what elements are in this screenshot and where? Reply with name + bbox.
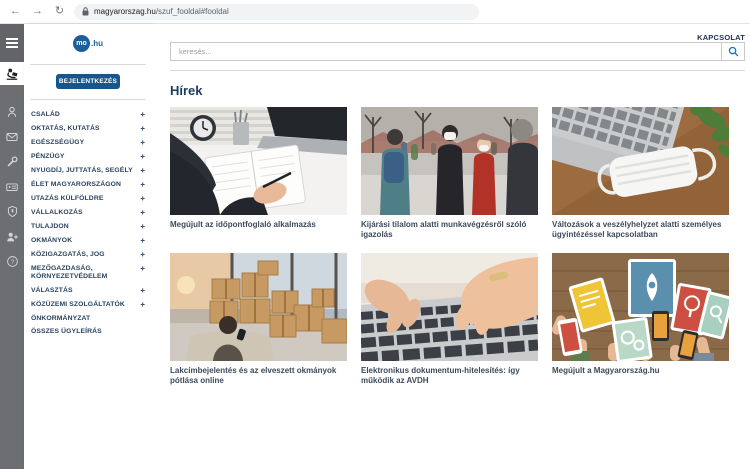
divider xyxy=(30,64,146,65)
news-image-winter-street xyxy=(361,107,538,215)
rail-item-security[interactable] xyxy=(0,199,24,224)
plus-icon: + xyxy=(140,301,145,309)
sidebar-item-mezogazdasag[interactable]: MEZŐGAZDASÁG, KÖRNYEZETVÉDELEM+ xyxy=(31,262,145,284)
plus-icon: + xyxy=(140,181,145,189)
rail-item-service-desk[interactable] xyxy=(0,62,24,85)
wrench-icon xyxy=(5,155,19,169)
search-input[interactable] xyxy=(170,42,721,61)
back-icon[interactable]: ← xyxy=(8,4,23,19)
logo-suffix: .hu xyxy=(91,39,103,48)
mail-icon xyxy=(5,130,19,144)
plus-icon: + xyxy=(140,111,145,119)
svg-text:?: ? xyxy=(10,259,14,266)
news-card-avdh[interactable]: Elektronikus dokumentum-hitelesítés: így… xyxy=(361,253,538,387)
browser-toolbar: ← → ↻ magyarorszag.hu/szuf_fooldal#foold… xyxy=(0,0,750,24)
rail-item-add-user[interactable] xyxy=(0,224,24,249)
news-caption: Lakcímbejelentés és az elveszett okmányo… xyxy=(170,366,342,387)
sidebar-item-egeszsegugy[interactable]: EGÉSZSÉGÜGY+ xyxy=(31,136,145,150)
login-button[interactable]: BEJELENTKEZÉS xyxy=(56,74,120,89)
news-image-typing-hands xyxy=(361,253,538,361)
news-caption: Megújult az időpontfoglaló alkalmazás xyxy=(170,220,342,230)
news-card-lakcimbejelentes[interactable]: Lakcímbejelentés és az elveszett okmányo… xyxy=(170,253,347,387)
sidebar-item-valasztas[interactable]: VÁLASZTÁS+ xyxy=(31,284,145,298)
plus-icon: + xyxy=(140,153,145,161)
rail-item-messages[interactable] xyxy=(0,124,24,149)
news-image-moving-boxes xyxy=(170,253,347,361)
news-card-megujult-mohu[interactable]: Megújult a Magyarország.hu xyxy=(552,253,729,387)
divider xyxy=(30,99,146,100)
news-section-title: Hírek xyxy=(170,83,745,98)
service-desk-icon xyxy=(5,67,19,81)
sidebar-item-nyugdij[interactable]: NYUGDÍJ, JUTTATÁS, SEGÉLY+ xyxy=(31,164,145,178)
help-icon: ? xyxy=(6,255,19,268)
sidebar-item-kozuzemi[interactable]: KÖZÜZEMI SZOLGÁLTATÓK+ xyxy=(31,298,145,312)
plus-icon: + xyxy=(140,223,145,231)
news-image-planner xyxy=(170,107,347,215)
rail-item-documents[interactable] xyxy=(0,174,24,199)
search-icon xyxy=(728,46,739,57)
plus-icon: + xyxy=(140,265,145,273)
shield-icon xyxy=(6,205,19,218)
url-domain: magyarorszag.hu xyxy=(94,7,156,16)
news-card-idopontfoglalo[interactable]: Megújult az időpontfoglaló alkalmazás xyxy=(170,107,347,241)
plus-icon: + xyxy=(140,251,145,259)
url-path: /szuf_fooldal#fooldal xyxy=(156,7,229,16)
mo-hu-logo[interactable]: mo .hu xyxy=(24,28,152,58)
kapcsolat-link[interactable]: KAPCSOLAT xyxy=(697,33,745,42)
url-text: magyarorszag.hu/szuf_fooldal#fooldal xyxy=(94,7,229,16)
sidebar-item-okmanyok[interactable]: OKMÁNYOK+ xyxy=(31,234,145,248)
news-card-veszelyhelyzet[interactable]: Változások a veszélyhelyzet alatti szemé… xyxy=(552,107,729,241)
sidebar-item-penzugy[interactable]: PÉNZÜGY+ xyxy=(31,150,145,164)
rail-item-profile[interactable] xyxy=(0,99,24,124)
add-user-icon xyxy=(5,230,19,244)
plus-icon: + xyxy=(140,167,145,175)
reload-icon[interactable]: ↻ xyxy=(52,4,67,19)
sidebar-item-oktatas-kutatas[interactable]: OKTATÁS, KUTATÁS+ xyxy=(31,122,145,136)
sidebar: mo .hu BEJELENTKEZÉS CSALÁD+ OKTATÁS, KU… xyxy=(24,24,152,469)
sidebar-item-csalad[interactable]: CSALÁD+ xyxy=(31,108,145,122)
id-card-icon xyxy=(5,180,19,194)
news-caption: Változások a veszélyhelyzet alatti szemé… xyxy=(552,220,724,241)
news-caption: Megújult a Magyarország.hu xyxy=(552,366,724,376)
address-bar[interactable]: magyarorszag.hu/szuf_fooldal#fooldal xyxy=(74,4,479,20)
news-image-mask-laptop xyxy=(552,107,729,215)
lock-icon xyxy=(82,7,89,16)
page: ← → ↻ magyarorszag.hu/szuf_fooldal#foold… xyxy=(0,0,750,469)
main-content: KAPCSOLAT Hírek xyxy=(152,24,750,469)
divider xyxy=(170,70,745,71)
sidebar-item-vallalkozas[interactable]: VÁLLALKOZÁS+ xyxy=(31,206,145,220)
hamburger-menu-icon[interactable] xyxy=(0,24,24,62)
forward-icon[interactable]: → xyxy=(30,4,45,19)
sidebar-item-osszes-ugyleiras[interactable]: ÖSSZES ÜGYLEÍRÁS xyxy=(31,325,145,339)
logo-circle: mo xyxy=(73,35,90,52)
plus-icon: + xyxy=(140,209,145,217)
icon-rail: ? xyxy=(0,24,24,469)
news-caption: Kijárási tilalom alatti munkavégzésről s… xyxy=(361,220,533,241)
sidebar-item-kozigazgatas-jog[interactable]: KÖZIGAZGATÁS, JOG+ xyxy=(31,248,145,262)
news-caption: Elektronikus dokumentum-hitelesítés: így… xyxy=(361,366,533,387)
sidebar-item-onkormanyzat[interactable]: ÖNKORMÁNYZAT xyxy=(31,312,145,326)
plus-icon: + xyxy=(140,195,145,203)
person-icon xyxy=(5,105,19,119)
category-menu: CSALÁD+ OKTATÁS, KUTATÁS+ EGÉSZSÉGÜGY+ P… xyxy=(24,108,152,339)
news-grid: Megújult az időpontfoglaló alkalmazás xyxy=(170,107,745,387)
plus-icon: + xyxy=(140,287,145,295)
plus-icon: + xyxy=(140,125,145,133)
plus-icon: + xyxy=(140,237,145,245)
sidebar-item-elet-magyarorszagon[interactable]: ÉLET MAGYARORSZÁGON+ xyxy=(31,178,145,192)
rail-item-tools[interactable] xyxy=(0,149,24,174)
news-image-devices xyxy=(552,253,729,361)
search-button[interactable] xyxy=(721,42,745,61)
sidebar-item-tulajdon[interactable]: TULAJDON+ xyxy=(31,220,145,234)
news-card-kijarasi-tilalom[interactable]: Kijárási tilalom alatti munkavégzésről s… xyxy=(361,107,538,241)
rail-item-help[interactable]: ? xyxy=(0,249,24,274)
sidebar-item-utazas-kulfoldre[interactable]: UTAZÁS KÜLFÖLDRE+ xyxy=(31,192,145,206)
plus-icon: + xyxy=(140,139,145,147)
